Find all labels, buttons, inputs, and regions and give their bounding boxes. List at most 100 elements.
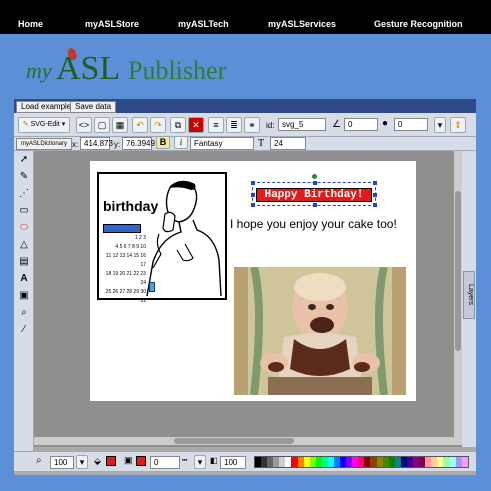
svg-canvas[interactable]: birthday 1 2 3 4 5 6 7 8 9 10 11 12 13 1…: [90, 161, 416, 401]
resize-handle[interactable]: [251, 193, 255, 197]
zoom-tool-icon[interactable]: ⌕: [17, 306, 31, 320]
baby-photo[interactable]: [234, 267, 406, 395]
stroke-style-dropdown[interactable]: ▾: [194, 455, 206, 469]
calendar-header: [103, 224, 141, 233]
delete-icon[interactable]: ✕: [188, 117, 204, 133]
nav-myasltech[interactable]: myASLTech: [178, 19, 229, 29]
fill-color-swatch[interactable]: [106, 456, 116, 466]
canvas-workarea[interactable]: birthday 1 2 3 4 5 6 7 8 9 10 11 12 13 1…: [34, 151, 462, 447]
y-label: y:: [114, 140, 121, 149]
happy-birthday-banner[interactable]: Happy Birthday!: [256, 188, 372, 202]
angle-field[interactable]: 0: [344, 118, 378, 131]
save-data-button[interactable]: Save data: [70, 101, 117, 113]
rectangle-tool-icon[interactable]: ▭: [17, 204, 31, 218]
zoom-field[interactable]: 100: [50, 456, 74, 469]
pencil-tool-icon[interactable]: ✎: [17, 170, 31, 184]
blur-field[interactable]: 0: [394, 118, 428, 131]
resize-handle[interactable]: [251, 203, 255, 207]
logo-asl: ASL: [56, 50, 121, 87]
horizontal-scroll-thumb[interactable]: [174, 438, 294, 444]
image-tool-icon[interactable]: ▣: [17, 289, 31, 303]
nav-home[interactable]: Home: [18, 19, 43, 29]
candle-cup-icon: [149, 282, 155, 292]
calendar-row: 25 26 27 28 29 30 31: [105, 289, 146, 304]
x-field[interactable]: 414.873: [80, 137, 113, 150]
move-bottom-icon[interactable]: ≣: [226, 117, 242, 133]
top-navigation: Home myASLStore myASLTech myASLServices …: [0, 0, 491, 34]
blur-icon: ●: [382, 118, 389, 129]
eyedropper-tool-icon[interactable]: ⁄: [17, 323, 31, 337]
path-tool-icon[interactable]: ⋰: [17, 187, 31, 201]
y-field[interactable]: 76.3949: [122, 137, 155, 150]
message-text[interactable]: I hope you enjoy your cake too!: [230, 217, 397, 231]
right-panel: Layers: [462, 151, 476, 447]
svg-edit-logo-icon: ✎: [22, 121, 29, 128]
text-tool-icon[interactable]: A: [17, 272, 31, 286]
wireframe-icon[interactable]: ▢: [94, 117, 110, 133]
vertical-scroll-thumb[interactable]: [455, 191, 461, 351]
calendar-row: 4 5 6 7 8 9 10: [115, 244, 146, 250]
font-size-icon: T: [258, 138, 265, 149]
shapes-tool-icon[interactable]: ▤: [17, 255, 31, 269]
resize-handle[interactable]: [313, 203, 317, 207]
polygon-tool-icon[interactable]: △: [17, 238, 31, 252]
resize-handle[interactable]: [373, 181, 377, 185]
italic-button[interactable]: i: [174, 136, 188, 149]
align-dropdown-button[interactable]: ▾: [434, 117, 446, 133]
ellipse-tool-icon[interactable]: ⬭: [17, 221, 31, 235]
move-top-icon[interactable]: ≡: [208, 117, 224, 133]
main-toolbar: ✎ SVG-Edit ▾ <> ▢ ▦ ↶ ↷ ⧉ ✕ ≡ ≣ ⚭ id: sv…: [14, 113, 476, 137]
svg-editor-app: Load example Save data ✎ SVG-Edit ▾ <> ▢…: [14, 99, 476, 475]
dictionary-button[interactable]: myASLDictionary: [16, 138, 73, 150]
rotate-handle[interactable]: [312, 174, 317, 179]
layers-tab[interactable]: Layers: [463, 271, 475, 319]
nav-gesture-recognition[interactable]: Gesture Recognition: [374, 19, 463, 29]
source-icon[interactable]: <>: [76, 117, 92, 133]
stroke-color-swatch[interactable]: [136, 456, 146, 466]
x-label: x:: [72, 140, 79, 149]
id-label: id:: [266, 121, 275, 130]
calendar-row: 11 12 13 14 15 16 17: [106, 253, 146, 268]
clone-icon[interactable]: ⧉: [170, 117, 186, 133]
undo-icon[interactable]: ↶: [132, 117, 148, 133]
bold-button[interactable]: B: [156, 136, 170, 149]
grid-icon[interactable]: ▦: [112, 117, 128, 133]
resize-handle[interactable]: [373, 203, 377, 207]
stroke-style-icon: ┅: [182, 455, 188, 465]
logo-publisher: Publisher: [128, 56, 227, 85]
text-toolbar: myASLDictionary x: 414.873 y: 76.3949 B …: [14, 136, 476, 151]
align-icon[interactable]: ⇕: [450, 117, 466, 133]
calendar-row: 1 2 3: [134, 235, 146, 241]
calendar-row: 18 19 20 21 22 23 24: [105, 271, 146, 286]
zoom-dropdown-button[interactable]: ▾: [76, 455, 88, 469]
stroke-width-field[interactable]: 0: [150, 456, 180, 469]
editor-menubar: Load example Save data: [14, 99, 476, 113]
select-tool-icon[interactable]: ➚: [17, 153, 31, 167]
resize-handle[interactable]: [251, 181, 255, 185]
fill-icon: ⬙: [94, 456, 101, 466]
tools-panel: ➚ ✎ ⋰ ▭ ⬭ △ ▤ A ▣ ⌕ ⁄: [14, 151, 34, 451]
calendar-grid: 1 2 3 4 5 6 7 8 9 10 11 12 13 14 15 16 1…: [102, 234, 146, 306]
page-bottom: [0, 475, 491, 491]
nav-myaslservices[interactable]: myASLServices: [268, 19, 336, 29]
redo-icon[interactable]: ↷: [150, 117, 166, 133]
opacity-field[interactable]: 100: [220, 456, 246, 469]
zoom-icon: ⌕: [36, 455, 42, 466]
angle-icon: ∠: [332, 119, 341, 130]
vertical-scrollbar[interactable]: [454, 151, 462, 437]
font-size-field[interactable]: 24: [270, 137, 306, 150]
id-field[interactable]: svg_5: [278, 118, 326, 131]
resize-handle[interactable]: [313, 181, 317, 185]
resize-handle[interactable]: [373, 193, 377, 197]
font-family-select[interactable]: Fantasy: [190, 137, 254, 150]
stroke-icon: ▣: [124, 455, 133, 465]
svg-edit-label: SVG-Edit: [30, 121, 60, 128]
link-icon[interactable]: ⚭: [244, 117, 260, 133]
horizontal-scrollbar[interactable]: [34, 437, 462, 445]
asl-sign-card[interactable]: birthday 1 2 3 4 5 6 7 8 9 10 11 12 13 1…: [97, 172, 227, 304]
svg-edit-menu-button[interactable]: ✎ SVG-Edit ▾: [18, 117, 70, 133]
nav-myaslstore[interactable]: myASLStore: [85, 19, 139, 29]
logo-my: my: [26, 58, 52, 83]
load-example-button[interactable]: Load example: [16, 101, 77, 113]
color-palette[interactable]: [254, 456, 469, 468]
